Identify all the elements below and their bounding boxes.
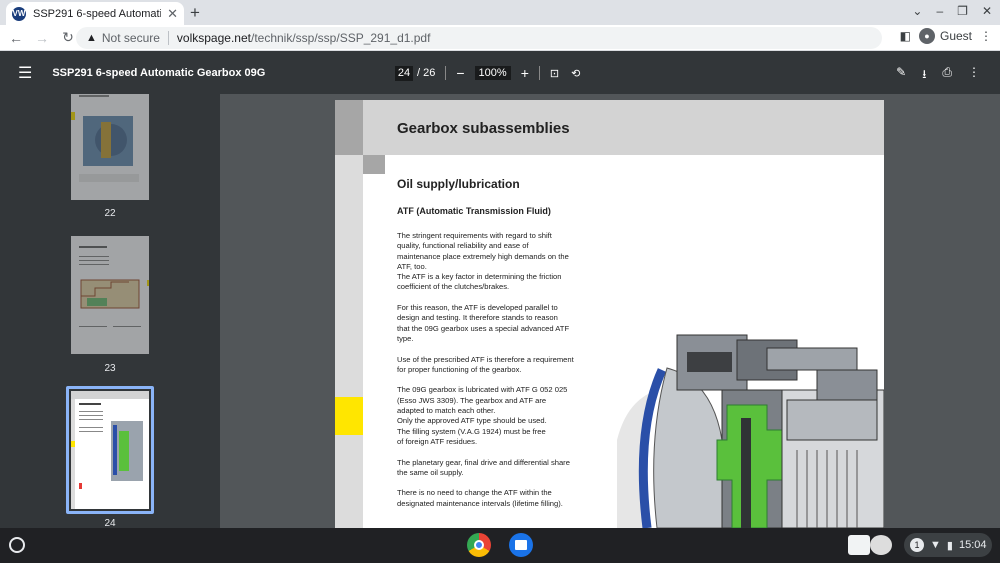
tab-strip: VW SSP291 6-speed Automatic Gea ✕ + ⌄ – …: [0, 0, 1000, 25]
taskbar: 1 ▼ ▮ 15:04: [0, 528, 1000, 563]
warning-icon[interactable]: ▲: [86, 32, 97, 44]
guest-avatar-icon: ●: [918, 28, 935, 44]
page-23-preview: [79, 246, 149, 327]
pdf-toolbar: ☰ SSP291 6-speed Automatic Gearbox 09G 2…: [0, 51, 1000, 94]
launcher-icon[interactable]: [9, 537, 25, 553]
more-options-icon[interactable]: ⋮: [968, 65, 980, 86]
url-host: volkspage.net: [176, 31, 251, 45]
page-heading: Gearbox subassemblies: [397, 120, 570, 137]
page-controls: 24 / 26 − 100% + ⊡ ⟲: [395, 65, 580, 81]
paragraph: The stringent requirements with regard t…: [397, 231, 569, 292]
thumbnail-page-22[interactable]: [71, 94, 149, 200]
left-margin-strip: [335, 155, 363, 528]
side-panel-icon[interactable]: ◧: [900, 29, 911, 43]
page-number-input[interactable]: 24: [395, 65, 413, 81]
page-22-preview: [71, 95, 139, 182]
print-icon[interactable]: ⎙: [942, 65, 952, 86]
paragraph: There is no need to change the ATF withi…: [397, 488, 563, 508]
paragraph: Use of the prescribed ATF is therefore a…: [397, 354, 574, 374]
notification-badge: 1: [910, 538, 924, 552]
files-app-icon[interactable]: [509, 533, 533, 557]
holding-space-icon[interactable]: [848, 535, 870, 555]
body-text: The stringent requirements with regard t…: [397, 231, 611, 519]
tab-title: SSP291 6-speed Automatic Gea: [33, 7, 161, 20]
pdf-title: SSP291 6-speed Automatic Gearbox 09G: [52, 66, 266, 79]
paragraph: For this reason, the ATF is developed pa…: [397, 303, 570, 343]
zoom-input[interactable]: 100%: [474, 66, 511, 80]
browser-tab[interactable]: VW SSP291 6-speed Automatic Gea ✕: [6, 2, 184, 25]
chrome-center-dot: [474, 540, 484, 550]
annotate-pen-icon[interactable]: ✎: [896, 65, 906, 86]
gearbox-cutaway-illustration: [617, 330, 884, 528]
thumbnail-sidebar: 22 23 24: [0, 94, 220, 528]
pdf-page: Gearbox subassemblies Oil supply/lubrica…: [335, 100, 884, 528]
fit-to-page-icon[interactable]: ⊡: [550, 67, 559, 80]
header-corner-block: [335, 100, 363, 155]
chrome-app-icon[interactable]: [467, 533, 491, 557]
tab-close-icon[interactable]: ✕: [167, 6, 178, 22]
paragraph: The planetary gear, final drive and diff…: [397, 457, 570, 477]
sidebar-toggle-icon[interactable]: ☰: [18, 63, 32, 83]
section-marker-block: [363, 155, 385, 174]
paragraph: The 09G gearbox is lubricated with ATF G…: [397, 385, 568, 446]
restore-button[interactable]: ❐: [957, 4, 968, 18]
close-window-button[interactable]: ✕: [982, 4, 992, 18]
toolbar-right: ◧ ● Guest ⋮: [900, 28, 992, 44]
zoom-out-button[interactable]: −: [456, 65, 464, 81]
clock: 15:04: [958, 539, 987, 551]
wifi-icon: ▼: [930, 539, 941, 551]
profile-button[interactable]: ● Guest: [918, 28, 972, 44]
address-bar[interactable]: ▲ Not secure volkspage.net /technik/ssp/…: [76, 27, 882, 49]
window-controls: ⌄ – ❐ ✕: [912, 4, 992, 18]
thumbnail-page-24[interactable]: [71, 391, 149, 509]
pdf-actions: ✎ ⭳ ⎙ ⋮: [896, 65, 980, 86]
thumbnail-label-23: 23: [104, 363, 116, 374]
rotate-icon[interactable]: ⟲: [571, 67, 580, 80]
back-button[interactable]: ←: [6, 30, 26, 46]
status-tray[interactable]: 1 ▼ ▮ 15:04: [904, 533, 992, 557]
total-pages: / 26: [417, 67, 436, 79]
forward-button[interactable]: →: [32, 30, 52, 46]
folder-glyph: [515, 540, 527, 550]
reload-button[interactable]: ↻: [58, 29, 78, 46]
browser-menu-icon[interactable]: ⋮: [980, 29, 992, 43]
page-zoom-divider: [445, 66, 447, 80]
profile-label: Guest: [939, 29, 972, 43]
subsection-title: ATF (Automatic Transmission Fluid): [397, 206, 551, 216]
vw-favicon-icon: VW: [12, 6, 26, 21]
browser-toolbar: ← → ↻ ▲ Not secure volkspage.net /techni…: [0, 25, 1000, 51]
omnibox-divider: [167, 31, 169, 45]
battery-icon: ▮: [946, 539, 953, 552]
download-icon[interactable]: ⭳: [922, 65, 926, 86]
zoom-fit-divider: [538, 66, 540, 80]
security-label[interactable]: Not secure: [102, 31, 160, 45]
tab-search-icon[interactable]: ⌄: [912, 4, 922, 18]
thumbnail-label-24: 24: [104, 518, 116, 528]
section-title: Oil supply/lubrication: [397, 177, 520, 191]
url-path: /technik/ssp/ssp/SSP_291_d1.pdf: [250, 31, 431, 45]
minimize-button[interactable]: –: [936, 4, 943, 18]
new-tab-button[interactable]: +: [190, 3, 200, 23]
yellow-tab-marker: [335, 397, 363, 435]
page-24-preview: [71, 391, 149, 509]
thumbnail-page-23[interactable]: [71, 236, 149, 354]
zoom-in-button[interactable]: +: [521, 65, 529, 81]
thumbnail-label-22: 22: [104, 208, 116, 219]
tray-thumbnail-icon[interactable]: [870, 535, 892, 555]
